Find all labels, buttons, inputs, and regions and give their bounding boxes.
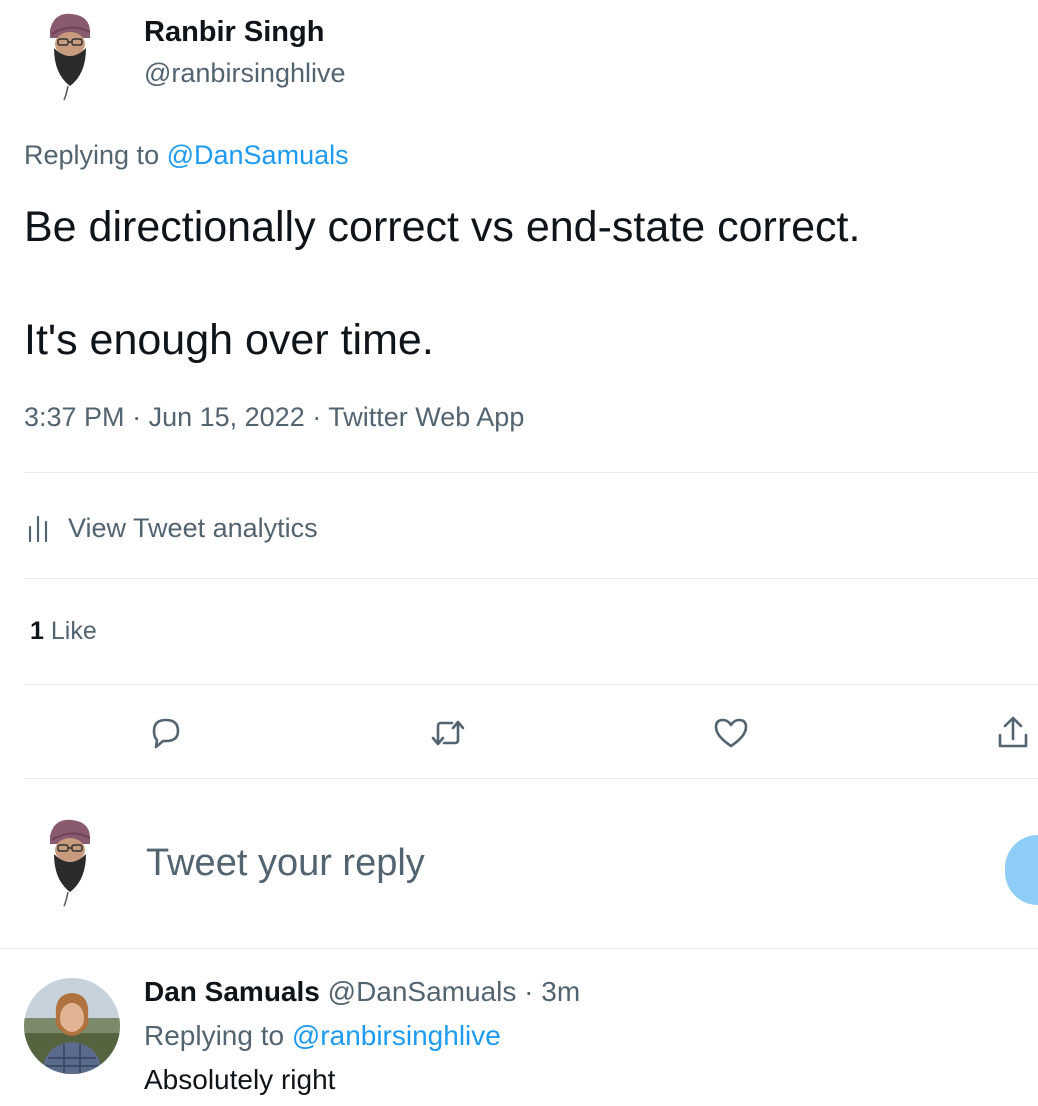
tweet-source[interactable]: Twitter Web App <box>328 402 524 432</box>
reply-bubble-icon <box>152 718 180 749</box>
reply-input[interactable]: Tweet your reply <box>146 842 425 885</box>
divider <box>24 778 1038 779</box>
divider <box>0 948 1038 949</box>
tweet-text-line-2: It's enough over time. <box>24 316 434 364</box>
like-count-number: 1 <box>30 617 44 645</box>
comment-replying-line: Replying to @ranbirsinghlive <box>144 1020 501 1052</box>
meta-separator: · <box>132 402 149 432</box>
reply-submit-button[interactable] <box>1005 835 1038 905</box>
divider <box>24 578 1038 579</box>
author-avatar[interactable] <box>34 8 106 104</box>
likes-count[interactable]: 1 Like <box>30 617 97 646</box>
author-name[interactable]: Ranbir Singh <box>144 16 324 49</box>
share-upload-icon <box>998 716 1028 748</box>
reply-tweet[interactable]: Dan Samuals @DanSamuals · 3m Replying to… <box>0 960 1038 1106</box>
tweet-header: Ranbir Singh @ranbirsinghlive <box>0 0 1038 120</box>
current-user-avatar[interactable] <box>34 814 106 910</box>
tweet-date[interactable]: Jun 15, 2022 <box>149 402 305 432</box>
heart-icon <box>714 718 748 748</box>
replying-to-line: Replying to @DanSamuals <box>24 140 349 171</box>
share-button[interactable] <box>988 708 1038 758</box>
retweet-button[interactable] <box>423 708 473 758</box>
view-analytics-link[interactable]: View Tweet analytics <box>24 508 318 548</box>
commenter-info: Dan Samuals @DanSamuals · 3m <box>144 976 580 1008</box>
comment-text: Absolutely right <box>144 1064 336 1095</box>
replying-prefix: Replying to <box>24 140 160 170</box>
comment-replying-prefix: Replying to <box>144 1020 285 1051</box>
analytics-label: View Tweet analytics <box>68 512 318 543</box>
tweet-text-line-1: Be directionally correct vs end-state co… <box>24 203 861 251</box>
commenter-avatar[interactable] <box>24 978 120 1074</box>
tweet-time[interactable]: 3:37 PM <box>24 402 125 432</box>
analytics-bars-icon <box>24 513 52 543</box>
retweet-arrows-icon <box>431 720 465 746</box>
reply-button[interactable] <box>141 708 191 758</box>
divider <box>24 472 1038 473</box>
replying-to-mention[interactable]: @DanSamuals <box>167 140 349 170</box>
commenter-name[interactable]: Dan Samuals <box>144 976 320 1007</box>
like-button[interactable] <box>706 708 756 758</box>
comment-time[interactable]: 3m <box>541 976 580 1007</box>
like-count-label: Like <box>50 617 97 645</box>
comment-separator: · <box>524 976 534 1007</box>
comment-replying-mention[interactable]: @ranbirsinghlive <box>292 1020 501 1051</box>
commenter-handle[interactable]: @DanSamuals <box>328 976 517 1007</box>
divider <box>24 684 1038 685</box>
tweet-meta: 3:37 PM · Jun 15, 2022 · Twitter Web App <box>24 402 524 433</box>
author-handle[interactable]: @ranbirsinghlive <box>144 58 346 89</box>
meta-separator: · <box>312 402 329 432</box>
reply-composer: Tweet your reply <box>0 790 1038 948</box>
